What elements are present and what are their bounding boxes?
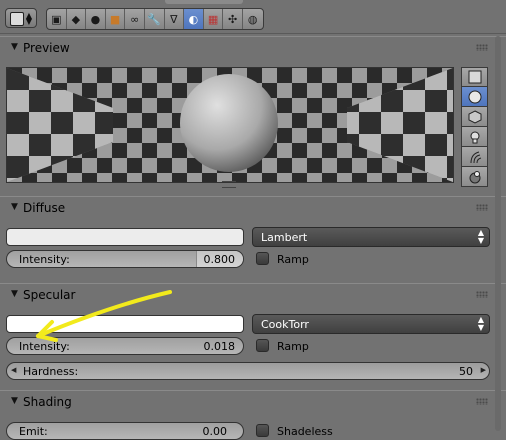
- field-value: 0.800: [203, 253, 236, 266]
- diffuse-intensity-field[interactable]: Intensity: 0.800: [6, 250, 244, 268]
- editor-type-button[interactable]: ▲ ▼: [5, 8, 37, 28]
- constraints-icon: ∞: [130, 12, 140, 26]
- preview-sphere-sky-button[interactable]: [461, 167, 488, 187]
- texture-icon: ▦: [207, 12, 219, 26]
- specular-color-swatch[interactable]: [6, 315, 244, 333]
- shadeless-label: Shadeless: [277, 425, 333, 438]
- drag-grip-icon[interactable]: [476, 398, 488, 405]
- drag-grip-icon[interactable]: [476, 291, 488, 298]
- preview-sphere-button[interactable]: [461, 87, 488, 107]
- header-edge: [165, 0, 243, 4]
- field-value: 0.00: [202, 425, 228, 438]
- preview-panel-header[interactable]: ▼ Preview: [0, 36, 506, 59]
- panel-title: Specular: [23, 288, 76, 302]
- preview-shape-buttons: [461, 67, 488, 187]
- panel-title: Preview: [23, 41, 70, 55]
- decrement-arrow-icon[interactable]: ◀: [11, 366, 16, 374]
- properties-header: ▲ ▼ ▣ ◆ ● ■ ∞ 🔧 ∇ ◐ ▦ ✣ ◍: [0, 0, 506, 34]
- tab-object[interactable]: ■: [106, 9, 126, 29]
- tab-scene[interactable]: ◆: [67, 9, 87, 29]
- world-icon: ●: [90, 12, 101, 26]
- data-icon: ∇: [170, 12, 178, 26]
- preview-monkey-button[interactable]: [461, 127, 488, 147]
- vertical-scrollbar[interactable]: [495, 36, 501, 431]
- render-icon: ▣: [51, 12, 62, 26]
- context-tabs: ▣ ◆ ● ■ ∞ 🔧 ∇ ◐ ▦ ✣ ◍: [46, 8, 264, 30]
- shading-emit-field[interactable]: Emit: 0.00: [6, 422, 244, 440]
- dropdown-value: CookTorr: [261, 318, 309, 331]
- tab-world[interactable]: ●: [86, 9, 106, 29]
- field-value: 50: [459, 365, 473, 378]
- tab-texture[interactable]: ▦: [204, 9, 224, 29]
- tab-render[interactable]: ▣: [47, 9, 67, 29]
- shading-panel-header[interactable]: ▼ Shading: [0, 390, 506, 413]
- preview-render: [7, 68, 453, 182]
- collapse-triangle-icon: ▼: [11, 396, 18, 406]
- diffuse-shader-dropdown[interactable]: Lambert ▲ ▼: [252, 227, 490, 247]
- field-label: Hardness:: [23, 365, 79, 378]
- hair-icon: [470, 151, 481, 163]
- diffuse-ramp-checkbox[interactable]: [256, 252, 269, 265]
- tab-data[interactable]: ∇: [165, 9, 185, 29]
- tab-modifiers[interactable]: 🔧: [145, 9, 165, 29]
- specular-hardness-slider[interactable]: ◀ Hardness: 50 ▶: [6, 362, 490, 380]
- sphere-sky-icon: [469, 170, 480, 183]
- field-label: Intensity:: [19, 253, 70, 266]
- specular-ramp-checkbox[interactable]: [256, 339, 269, 352]
- diffuse-color-swatch[interactable]: [6, 228, 244, 246]
- preview-hair-button[interactable]: [461, 147, 488, 167]
- specular-panel-header[interactable]: ▼ Specular: [0, 283, 506, 306]
- material-preview: [6, 67, 454, 183]
- increment-arrow-icon[interactable]: ▶: [481, 366, 486, 374]
- sphere-icon: [468, 90, 481, 103]
- shadeless-checkbox[interactable]: [256, 424, 269, 437]
- field-value: 0.018: [203, 340, 236, 353]
- properties-editor-icon: [10, 12, 24, 26]
- field-label: Intensity:: [19, 340, 70, 353]
- drag-grip-icon[interactable]: [476, 44, 488, 51]
- specular-intensity-field[interactable]: Intensity: 0.018: [6, 337, 244, 355]
- particles-icon: ✣: [228, 12, 238, 26]
- panel-title: Diffuse: [23, 201, 66, 215]
- preview-flat-button[interactable]: [461, 67, 488, 87]
- field-label: Emit:: [19, 425, 48, 438]
- dropdown-value: Lambert: [261, 231, 308, 244]
- scene-icon: ◆: [71, 12, 81, 26]
- updown-arrows-icon: ▲ ▼: [477, 228, 484, 245]
- object-icon: ■: [109, 12, 121, 26]
- diffuse-panel-header[interactable]: ▼ Diffuse: [0, 196, 506, 219]
- specular-shader-dropdown[interactable]: CookTorr ▲ ▼: [252, 314, 490, 334]
- specular-ramp-label: Ramp: [277, 340, 309, 353]
- material-icon: ◐: [188, 12, 199, 26]
- updown-arrows-icon: ▲ ▼: [477, 315, 484, 332]
- flat-icon: [468, 70, 481, 84]
- preview-sphere: [180, 74, 278, 172]
- panel-title: Shading: [23, 395, 72, 409]
- modifiers-icon: 🔧: [147, 12, 162, 26]
- drag-grip-icon[interactable]: [476, 204, 488, 211]
- tab-constraints[interactable]: ∞: [125, 9, 145, 29]
- preview-cube-button[interactable]: [461, 107, 488, 127]
- collapse-triangle-icon: ▼: [11, 202, 18, 212]
- physics-icon: ◍: [247, 12, 258, 26]
- tab-material[interactable]: ◐: [184, 9, 204, 29]
- updown-arrows-icon: ▲ ▼: [25, 11, 32, 26]
- tab-physics[interactable]: ◍: [243, 9, 263, 29]
- preview-resize-grip[interactable]: [222, 181, 236, 188]
- monkey-icon: [470, 131, 479, 143]
- diffuse-ramp-label: Ramp: [277, 253, 309, 266]
- collapse-triangle-icon: ▼: [11, 42, 18, 52]
- collapse-triangle-icon: ▼: [11, 289, 18, 299]
- tab-particles[interactable]: ✣: [223, 9, 243, 29]
- cube-icon: [468, 109, 481, 124]
